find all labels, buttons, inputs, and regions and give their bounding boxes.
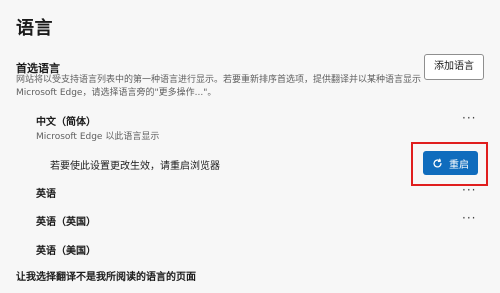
more-actions-icon[interactable]: ···: [462, 111, 476, 125]
add-language-button[interactable]: 添加语言: [424, 54, 484, 80]
more-actions-icon[interactable]: ···: [462, 211, 476, 225]
language-item-chinese-simplified: 中文（简体）: [36, 117, 96, 128]
more-actions-icon[interactable]: ···: [462, 183, 476, 197]
language-item-english: 英语: [36, 189, 56, 200]
refresh-icon: [433, 158, 442, 168]
translate-offer-title: 让我选择翻译不是我所阅读的语言的页面: [16, 272, 196, 283]
restart-message: 若要使此设置更改生效，请重启浏览器: [50, 161, 220, 172]
preferred-languages-description: 网站将以受支持语言列表中的第一种语言进行显示。若要重新排序首选项，提供翻译并以某…: [16, 75, 422, 98]
restart-button-label: 重启: [449, 159, 469, 171]
language-item-english-us: 英语（美国）: [36, 246, 96, 257]
language-item-subtitle: Microsoft Edge 以此语言显示: [36, 132, 160, 142]
page-title: 语言: [16, 18, 53, 39]
language-item-english-uk: 英语（英国）: [36, 217, 96, 228]
restart-button[interactable]: 重启: [423, 151, 478, 175]
